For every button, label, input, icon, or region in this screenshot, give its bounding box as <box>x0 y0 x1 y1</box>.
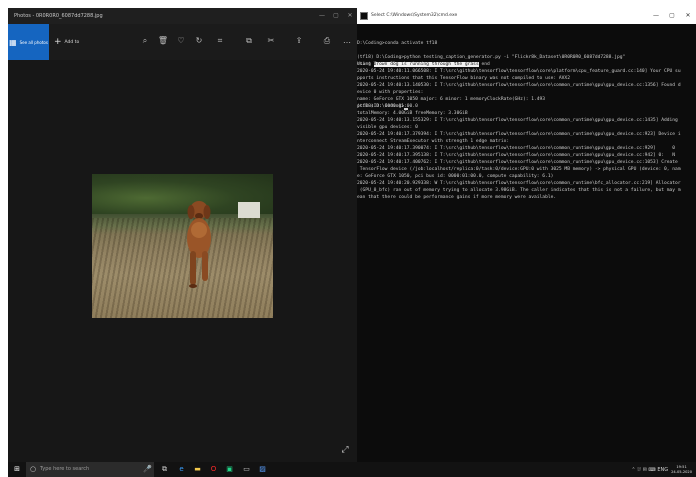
console-line: 2020-05-24 19:40:20.929338: W T:\src\git… <box>357 181 681 186</box>
edge-icon[interactable]: e <box>176 464 187 475</box>
caption-suffix: end <box>478 62 490 67</box>
console-output[interactable]: D:\Coding>conda activate tf18 (tf18) D:\C… <box>357 24 696 462</box>
console-lines: D:\Coding>conda activate tf18 (tf18) D:\C… <box>357 40 696 200</box>
print-icon[interactable]: ⎙ <box>318 32 336 50</box>
search-placeholder: Type here to search <box>40 466 90 472</box>
maximize-button[interactable]: ▢ <box>329 8 343 24</box>
console-line: totalMemory: 4.00GiB freeMemory: 3.30GiB <box>357 111 468 116</box>
console-line: visible gpu devices: 0 <box>357 125 418 130</box>
more-icon[interactable]: … <box>338 32 356 50</box>
cmd-window-icon <box>360 12 368 20</box>
photos-toolbar: ▦ See all photos + Add to ⌕ 🗑 ♡ ↻ ⌗ ⧉ ✂ ⇪ ⎙… <box>8 24 357 60</box>
tray-icons[interactable]: ⌃ ⛆ ✉ ⌨ ENG <box>631 467 668 473</box>
expand-icon[interactable]: ⤢ <box>339 444 351 456</box>
zoom-icon[interactable]: ⌕ <box>136 32 154 50</box>
cmd-window: Select C:\Windows\System32\cmd.exe — ▢ ✕… <box>357 8 696 462</box>
system-tray: ⌃ ⛆ ✉ ⌨ ENG 19:51 24-05-2020 <box>631 462 696 477</box>
add-to-label: Add to <box>64 39 80 45</box>
add-to-button[interactable]: + Add to <box>54 35 79 49</box>
search-icon: ○ <box>30 465 37 473</box>
prompt-line: (tf18) D:\Coding> <box>357 103 696 110</box>
clock[interactable]: 19:51 24-05-2020 <box>671 465 692 475</box>
console-line: (tf18) D:\Coding>python testing_caption_… <box>357 55 626 60</box>
console-line: 2020-05-24 19:40:13.155329: I T:\src\git… <box>357 118 678 123</box>
start-button[interactable]: ⊞ <box>10 462 24 477</box>
taskbar-search-box[interactable]: ○ Type here to search <box>26 462 154 477</box>
taskbar: ⊞ ○ Type here to search 🎤 ⧉ e ▬ O ▣ ▭ ▨ ⌃ ⛆ ✉ ⌨… <box>8 462 696 477</box>
photo-viewer-image[interactable] <box>92 174 273 318</box>
edit-create-icon[interactable]: ✂ <box>262 32 280 50</box>
opera-icon[interactable]: O <box>208 464 219 475</box>
close-button[interactable]: ✕ <box>343 8 357 24</box>
photos-title: Photos - 0R0R0R0_6087dd7288.jpg <box>8 8 357 24</box>
cmd-maximize-button[interactable]: ▢ <box>664 8 680 24</box>
photos-window-controls: — ▢ ✕ <box>315 8 357 24</box>
brown-dog-figure <box>187 201 211 288</box>
console-line: e: GeForce GTX 1050, pci bus id: 0000:01… <box>357 174 554 179</box>
prompt-text: (tf18) D:\Coding> <box>357 104 405 109</box>
delete-icon[interactable]: 🗑 <box>154 32 172 50</box>
see-all-photos-label: See all photos <box>19 39 48 45</box>
caption-prefix: start <box>357 62 374 67</box>
crop-icon[interactable]: ⌗ <box>211 32 229 50</box>
photo-house <box>238 202 260 218</box>
caption-result-line: start brown dog is running through the g… <box>357 61 696 68</box>
console-line: evice 0 with properties: <box>357 90 424 95</box>
console-line: name: GeForce GTX 1050 major: 6 minor: 1… <box>357 97 546 102</box>
clock-date: 24-05-2020 <box>671 469 692 474</box>
generated-caption: brown dog is running through the grass <box>373 62 479 67</box>
console-line: 2020-05-24 19:40:17.379394: I T:\src\git… <box>357 132 681 137</box>
pycharm-icon[interactable]: ▣ <box>224 464 235 475</box>
cmd-close-button[interactable]: ✕ <box>680 8 696 24</box>
console-line: 2020-05-24 19:40:17.395138: I T:\src\git… <box>357 153 676 158</box>
console-line: D:\Coding>conda activate tf18 <box>357 41 438 46</box>
share-icon[interactable]: ⇪ <box>290 32 308 50</box>
photos-window: Photos - 0R0R0R0_6087dd7288.jpg — ▢ ✕ ▦ … <box>8 8 357 462</box>
photos-icon[interactable]: ▨ <box>257 464 268 475</box>
desktop-screen: Photos - 0R0R0R0_6087dd7288.jpg — ▢ ✕ ▦ … <box>0 0 696 477</box>
plus-icon: + <box>54 37 62 47</box>
task-view-icon[interactable]: ⧉ <box>159 464 170 475</box>
console-line: 2020-05-24 19:40:17.390074: I T:\src\git… <box>357 146 676 151</box>
console-line: nterconnect StreamExecutor with strength… <box>357 139 510 144</box>
console-line: TensorFlow device (/job:localhost/replic… <box>357 167 681 172</box>
slideshow-icon[interactable]: ⧉ <box>240 32 258 50</box>
microphone-icon[interactable]: 🎤 <box>142 464 153 475</box>
cmd-window-controls: — ▢ ✕ <box>648 8 696 24</box>
cmd-minimize-button[interactable]: — <box>648 8 664 24</box>
minimize-button[interactable]: — <box>315 8 329 24</box>
cmd-icon[interactable]: ▭ <box>241 464 252 475</box>
file-explorer-icon[interactable]: ▬ <box>192 464 203 475</box>
cmd-title: Select C:\Windows\System32\cmd.exe <box>357 8 696 24</box>
rotate-icon[interactable]: ↻ <box>190 32 208 50</box>
text-cursor <box>404 108 409 110</box>
console-line: 2020-05-24 19:40:11.066508: I T:\src\git… <box>357 69 681 74</box>
console-line: ean that there could be performance gain… <box>357 195 557 200</box>
photos-grid-icon: ▦ <box>9 37 17 47</box>
console-line: 2020-05-24 19:40:17.400762: I T:\src\git… <box>357 160 678 165</box>
console-line: (GPU_0_bfc) ran out of memory trying to … <box>357 188 681 193</box>
favorite-icon[interactable]: ♡ <box>172 32 190 50</box>
console-line: pports instructions that this TensorFlow… <box>357 76 570 81</box>
see-all-photos-button[interactable]: ▦ See all photos <box>8 24 49 60</box>
console-line: 2020-05-24 19:40:13.140530: I T:\src\git… <box>357 83 681 88</box>
